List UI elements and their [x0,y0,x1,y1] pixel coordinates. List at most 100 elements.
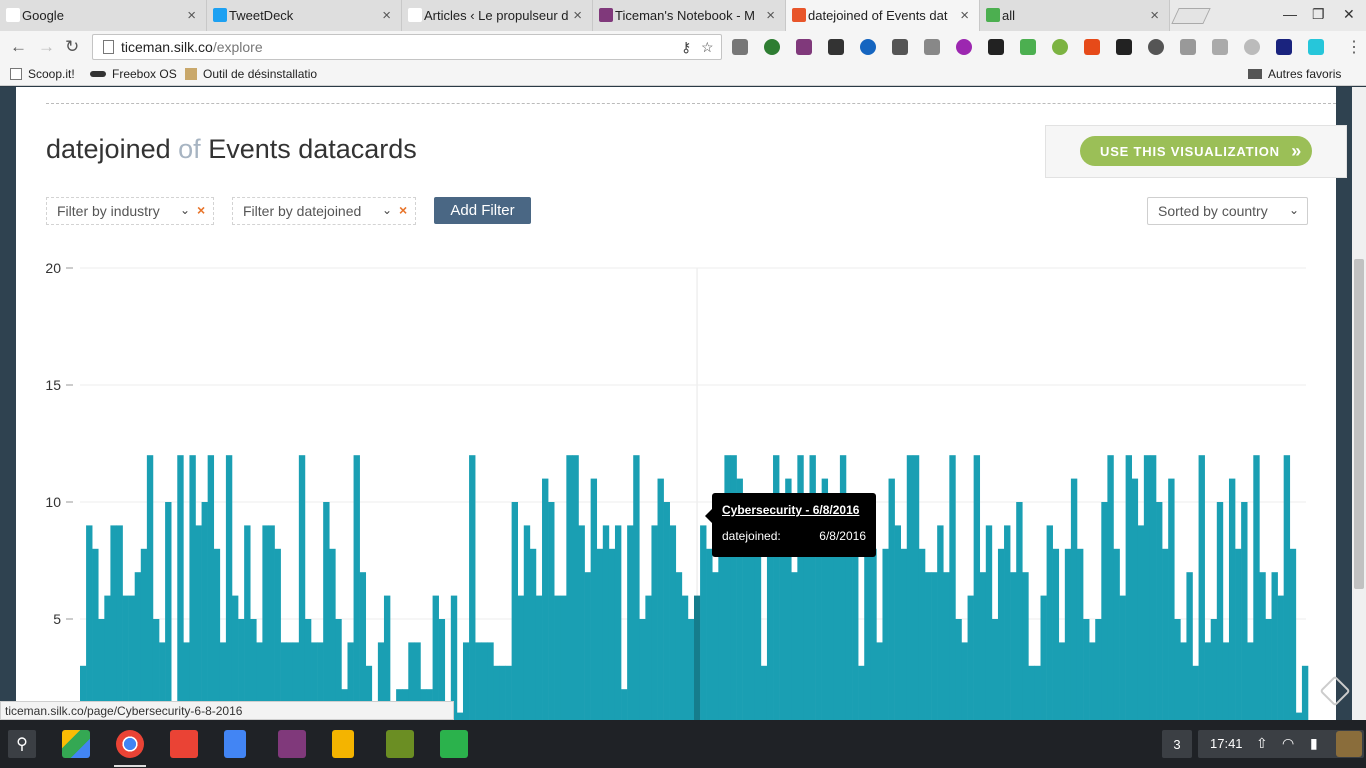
restore-icon[interactable]: ❐ [1312,6,1325,23]
chart-bar[interactable] [487,642,494,720]
onenote-icon[interactable] [278,730,306,758]
chart-bar[interactable] [1113,548,1120,720]
chart-bar[interactable] [1131,478,1139,720]
chart-bar[interactable] [827,548,835,720]
chart-bar[interactable] [195,525,202,720]
chart-bar[interactable] [110,525,117,720]
browser-tab[interactable]: datejoined of Events dat × [786,0,980,31]
extension-icon[interactable] [732,39,748,55]
chart-bar[interactable] [1180,642,1187,720]
docs-icon[interactable] [224,730,246,758]
chart-bar[interactable] [621,689,628,720]
chart-bar[interactable] [967,595,974,720]
chart-bar[interactable] [1119,595,1126,720]
chart-bar[interactable] [1040,595,1047,720]
chart-bar[interactable] [207,455,215,720]
chart-bar[interactable] [244,525,251,720]
chart-bar[interactable] [760,665,768,720]
chart-bar[interactable] [694,595,701,720]
other-bookmarks[interactable]: Autres favoris [1248,67,1341,81]
menu-icon[interactable]: ⋮ [1346,37,1362,57]
forward-icon[interactable]: → [38,37,55,57]
new-tab-button[interactable] [1171,8,1211,24]
chart-bar[interactable] [663,502,670,720]
chart-bar[interactable] [888,478,895,720]
bookmark-uninstall-tool[interactable]: Outil de désinstallatio [185,67,321,81]
chart-bar[interactable] [1058,642,1066,720]
chart-bar[interactable] [548,502,555,720]
extension-icon[interactable] [828,39,844,55]
chart-bar[interactable] [1222,642,1230,720]
extension-icon[interactable] [1180,39,1196,55]
reload-icon[interactable]: ↻ [65,37,79,57]
chart-bar[interactable] [882,548,889,720]
chart-bar[interactable] [1259,572,1266,720]
chart-bar[interactable] [1210,619,1218,720]
chart-bar[interactable] [803,548,810,720]
chart-bar[interactable] [517,595,525,720]
extension-icon[interactable] [1084,39,1100,55]
chart-bar[interactable] [134,572,142,720]
status-tray[interactable]: 17:41 ⇧ ◠ ▮ [1198,730,1364,758]
chart-bar[interactable] [1149,455,1157,720]
chart-bar[interactable] [1247,642,1254,720]
bookmark-scoopit[interactable]: Scoop.it! [10,67,75,81]
chrome-icon[interactable] [116,730,144,758]
chart-bar[interactable] [1010,572,1017,720]
url-text[interactable]: ticeman.silk.co/explore [121,39,263,55]
browser-tab[interactable]: TweetDeck × [207,0,402,31]
chart-bar[interactable] [1070,478,1078,720]
chart-bar[interactable] [918,548,926,720]
chart-bar[interactable] [985,525,993,720]
chart-bar[interactable] [1216,502,1224,720]
chart-bar[interactable] [651,525,658,720]
chart-bar[interactable] [1064,548,1072,720]
chart-bar[interactable] [858,665,865,720]
chart-bar[interactable] [462,642,470,720]
tab-close-icon[interactable]: × [1150,7,1159,24]
chart-bar[interactable] [1016,502,1023,720]
chart-bar[interactable] [633,455,640,720]
extension-icon[interactable] [764,39,780,55]
chart-bar[interactable] [602,525,610,720]
extension-icon[interactable] [1116,39,1132,55]
chart-bar[interactable] [997,548,1005,720]
chart-bar[interactable] [1004,525,1011,720]
chart-bar[interactable] [1089,642,1096,720]
chart-bar[interactable] [955,619,962,720]
chart-bar[interactable] [766,548,774,720]
chart-bar[interactable] [742,548,750,720]
chart-bar[interactable] [86,525,93,720]
address-bar[interactable]: ticeman.silk.co/explore ⚷ ☆ [92,34,722,60]
chart-bar[interactable] [1046,525,1053,720]
chart-bar[interactable] [1271,572,1278,720]
chart-bar[interactable] [1283,455,1291,720]
chart-bar[interactable] [614,525,622,720]
chart-bar[interactable] [505,665,512,720]
search-icon[interactable]: ⚲ [8,730,36,758]
chart-bar[interactable] [1156,502,1163,720]
chart-bar[interactable] [1265,619,1272,720]
chart-bar[interactable] [140,548,148,720]
extension-icon[interactable] [956,39,972,55]
chart-bar[interactable] [900,548,908,720]
chart-bar[interactable] [669,525,677,720]
chart-bar[interactable] [1235,548,1242,720]
chart-bar[interactable] [469,455,476,720]
app-icon[interactable] [386,730,414,758]
browser-tab[interactable]: Ticeman's Notebook - M × [593,0,786,31]
chart-bar[interactable] [1295,712,1303,720]
chart-bar[interactable] [475,642,482,720]
tab-close-icon[interactable]: × [960,7,969,24]
chart-bar[interactable] [353,455,360,720]
close-window-icon[interactable]: ✕ [1343,6,1355,23]
chart-bar[interactable] [529,548,537,720]
page-scrollbar[interactable] [1352,87,1366,720]
drive-icon[interactable] [62,730,90,758]
extension-icon[interactable] [1148,39,1164,55]
chart-bar[interactable] [146,455,154,720]
slides-icon[interactable] [332,730,354,758]
key-icon[interactable]: ⚷ [681,39,691,56]
chart-bar[interactable] [323,502,330,720]
chart-bar[interactable] [329,548,336,720]
